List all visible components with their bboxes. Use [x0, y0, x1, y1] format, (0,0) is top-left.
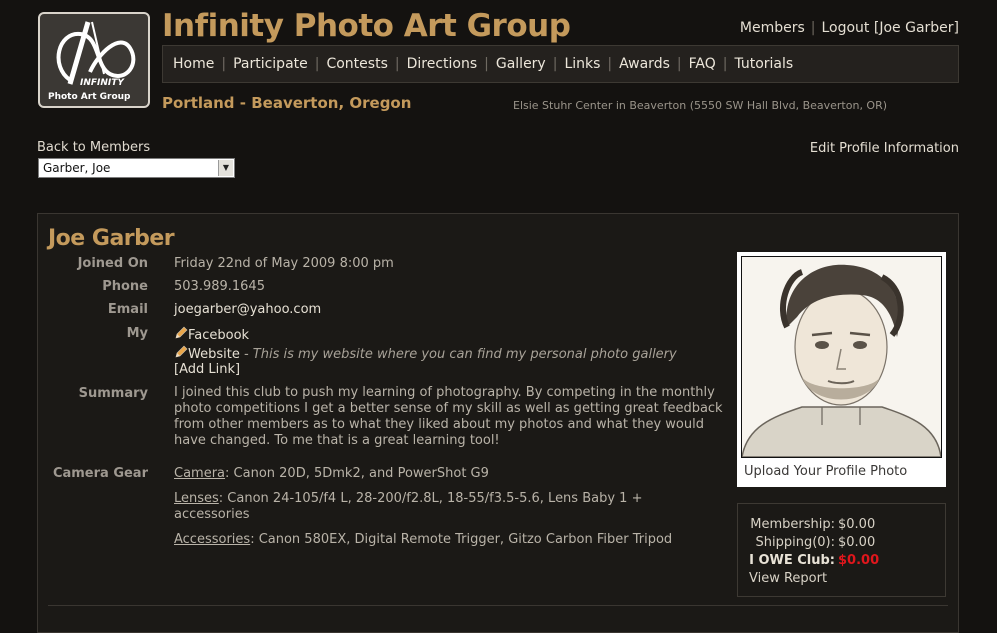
- edit-profile-link[interactable]: Edit Profile Information: [810, 141, 959, 156]
- my-links-label: My: [126, 326, 148, 341]
- nav-directions[interactable]: Directions: [407, 56, 478, 72]
- shipping-value: $0.00: [838, 535, 876, 550]
- separator: |: [484, 56, 489, 72]
- nav-tutorials[interactable]: Tutorials: [734, 56, 793, 72]
- member-select[interactable]: Garber, Joe ▼: [38, 158, 235, 178]
- site-title[interactable]: Infinity Photo Art Group: [162, 8, 571, 44]
- add-link-button[interactable]: [Add Link]: [174, 362, 240, 377]
- summary-text: I joined this club to push my learning o…: [174, 385, 723, 448]
- website-description: - This is my website where you can find …: [239, 347, 677, 362]
- membership-value: $0.00: [838, 517, 876, 532]
- separator: |: [607, 56, 613, 72]
- phone-value: 503.989.1645: [174, 279, 265, 294]
- gear-accessories: Accessories: Canon 580EX, Digital Remote…: [174, 532, 694, 548]
- link-item-website: Website - This is my website where you c…: [174, 345, 677, 362]
- site-logo[interactable]: INFINITY Photo Art Group: [38, 12, 150, 108]
- nav-contests[interactable]: Contests: [326, 56, 387, 72]
- back-to-members-label: Back to Members: [37, 140, 151, 155]
- profile-photo-portrait: [742, 257, 941, 457]
- camera-link[interactable]: Camera: [174, 466, 225, 481]
- user-links: Members | Logout [Joe Garber]: [740, 20, 959, 36]
- separator: |: [810, 20, 816, 36]
- pencil-icon[interactable]: [174, 326, 188, 340]
- view-report-link[interactable]: View Report: [749, 571, 827, 586]
- email-label: Email: [107, 302, 148, 317]
- chevron-down-icon[interactable]: ▼: [218, 160, 233, 176]
- nav-faq[interactable]: FAQ: [689, 56, 716, 72]
- joined-value: Friday 22nd of May 2009 8:00 pm: [174, 256, 394, 271]
- nav-participate[interactable]: Participate: [233, 56, 308, 72]
- section-divider: [48, 605, 948, 606]
- separator: |: [552, 56, 558, 72]
- location-heading: Portland - Beaverton, Oregon: [162, 94, 412, 112]
- gear-camera-value: : Canon 20D, 5Dmk2, and PowerShot G9: [225, 466, 489, 481]
- logo-text-top: INFINITY: [80, 78, 124, 88]
- main-nav: Home | Participate | Contests | Directions |…: [162, 45, 959, 83]
- gear-accessories-value: : Canon 580EX, Digital Remote Trigger, G…: [250, 532, 673, 547]
- nav-links[interactable]: Links: [564, 56, 600, 72]
- gear-lenses: Lenses: Canon 24-105/f4 L, 28-200/f2.8L,…: [174, 491, 694, 523]
- gear-lenses-value: : Canon 24-105/f4 L, 28-200/f2.8L, 18-55…: [174, 491, 643, 522]
- upload-photo-link[interactable]: Upload Your Profile Photo: [744, 464, 907, 479]
- gear-camera: Camera: Canon 20D, 5Dmk2, and PowerShot …: [174, 466, 694, 482]
- website-link[interactable]: Website: [188, 347, 240, 362]
- joined-label: Joined On: [77, 256, 148, 271]
- venue-address: Elsie Stuhr Center in Beaverton (5550 SW…: [513, 99, 888, 112]
- owe-club-value: $0.00: [838, 553, 880, 568]
- nav-gallery[interactable]: Gallery: [496, 56, 546, 72]
- phone-label: Phone: [102, 279, 148, 294]
- facebook-link[interactable]: Facebook: [188, 328, 249, 343]
- profile-photo[interactable]: [741, 256, 942, 458]
- email-value[interactable]: joegarber@yahoo.com: [174, 302, 321, 317]
- lenses-link[interactable]: Lenses: [174, 491, 219, 506]
- owe-club-label: I OWE Club:: [749, 553, 835, 568]
- separator: |: [722, 56, 728, 72]
- accessories-link[interactable]: Accessories: [174, 532, 250, 547]
- profile-photo-card: Upload Your Profile Photo: [737, 252, 946, 487]
- members-link[interactable]: Members: [740, 20, 805, 36]
- summary-label: Summary: [78, 386, 148, 401]
- membership-label: Membership:: [750, 517, 835, 532]
- current-user-link[interactable]: [Joe Garber]: [874, 20, 959, 36]
- account-summary-box: Membership: $0.00 Shipping(0): $0.00 I O…: [737, 503, 946, 597]
- pencil-icon[interactable]: [174, 345, 188, 359]
- separator: |: [314, 56, 320, 72]
- member-name: Joe Garber: [48, 226, 175, 251]
- member-select-value: Garber, Joe: [43, 161, 111, 175]
- camera-gear-label: Camera Gear: [52, 466, 148, 481]
- shipping-label: Shipping(0):: [755, 535, 835, 550]
- logo-text-bottom: Photo Art Group: [48, 92, 131, 102]
- separator: |: [676, 56, 682, 72]
- separator: |: [221, 56, 227, 72]
- link-item-facebook: Facebook: [174, 326, 249, 343]
- logout-link[interactable]: Logout: [821, 20, 869, 36]
- nav-awards[interactable]: Awards: [619, 56, 670, 72]
- nav-home[interactable]: Home: [173, 56, 214, 72]
- separator: |: [394, 56, 400, 72]
